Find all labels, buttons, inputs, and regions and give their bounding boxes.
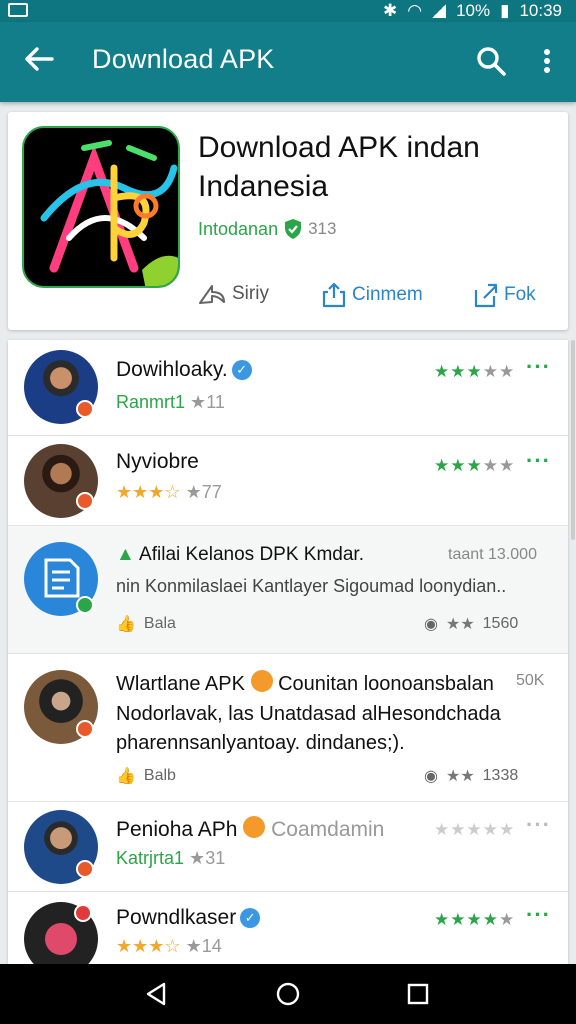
- comment-label: Cinmem: [352, 284, 423, 305]
- review-list: Dowihloaky. ✓ Ranmrt1 ★11 ★★★★★ ··· Nyvio…: [8, 340, 568, 964]
- list-item[interactable]: Penioha APh Coamdamin Katrjrta1 ★31 ★★★★…: [8, 802, 568, 892]
- camera-icon: ◉: [424, 768, 438, 785]
- notification-badge-icon: [74, 904, 92, 922]
- fork-label: Fok: [504, 284, 536, 305]
- list-item[interactable]: Wlartlane APK Counitan loonoansbalan 50K…: [8, 654, 568, 802]
- camera-icon: ◉: [424, 616, 438, 633]
- export-icon: [474, 283, 498, 308]
- thumbs-up-icon: 👍: [116, 768, 136, 785]
- star-rating: ★★★★★: [434, 456, 516, 475]
- thumbs-up-icon: 👍: [116, 616, 136, 633]
- post-body: Wlartlane APK Counitan loonoansbalan: [116, 670, 494, 699]
- app-card: Download APK indan Indanesia Intodanan 3…: [8, 112, 568, 330]
- reviewer-meta: Katrjrta1 ★31: [116, 848, 226, 868]
- publisher-line[interactable]: Intodanan 313: [198, 218, 336, 240]
- post-title: ▲ Afilai Kelanos DPK Kmdar.: [116, 544, 364, 565]
- publisher-name[interactable]: Intodanan: [198, 219, 278, 240]
- publisher-rating: 313: [308, 219, 337, 238]
- clock: 10:39: [519, 1, 562, 20]
- tree-icon: ▲: [116, 544, 135, 565]
- emoji-icon: [243, 816, 266, 838]
- avatar-badge-icon: [76, 720, 94, 738]
- avatar-badge-icon: [76, 860, 94, 878]
- home-circle-icon[interactable]: [274, 980, 302, 1008]
- reviewer-name: Dowihloaky. ✓: [116, 358, 252, 382]
- post-footer-left[interactable]: 👍 Bala: [116, 614, 176, 634]
- verified-badge-icon: ✓: [231, 360, 252, 380]
- more-horizontal-icon[interactable]: ···: [526, 812, 551, 838]
- signal-icon: [432, 4, 447, 18]
- reviewer-meta: ★★★☆ ★14: [116, 936, 222, 956]
- more-horizontal-icon[interactable]: ···: [526, 448, 551, 474]
- search-icon[interactable]: [474, 44, 508, 78]
- reviewer-name: Nyviobre: [116, 450, 199, 473]
- share-button[interactable]: Siriy: [198, 282, 269, 306]
- upload-icon: [322, 282, 346, 308]
- share-arrow-icon: [199, 285, 225, 304]
- reviewer-name: Penioha APh Coamdamin: [116, 816, 385, 841]
- post-text: Nodorlavak, las Unatdasad alHesondchada …: [116, 703, 501, 754]
- star-rating: ★★★★★: [434, 362, 516, 381]
- bluetooth-icon: ✱: [382, 1, 398, 20]
- star-rating: ★★★★★: [434, 910, 516, 929]
- reviewer-meta: Ranmrt1 ★11: [116, 392, 225, 412]
- app-bar: Download APK: [0, 22, 576, 102]
- page-title: Download APK: [92, 44, 275, 74]
- system-nav-bar: [0, 964, 576, 1024]
- battery-icon: ▮: [500, 1, 510, 20]
- more-horizontal-icon[interactable]: ···: [526, 902, 551, 928]
- post-time: 50K: [516, 672, 545, 689]
- share-label: Siriy: [232, 283, 269, 304]
- list-item[interactable]: Dowihloaky. ✓ Ranmrt1 ★11 ★★★★★ ···: [8, 340, 568, 436]
- back-triangle-icon[interactable]: [142, 980, 170, 1008]
- star-rating: ★★★★★: [434, 820, 516, 839]
- battery-level: 10%: [456, 1, 491, 20]
- post-time: taant 13.000: [448, 546, 537, 563]
- list-item[interactable]: Powndlkaser ✓ ★★★☆ ★14 ★★★★★ ···: [8, 892, 568, 964]
- post-text: nin Konmilaslaei Kantlayer Sigoumad loon…: [116, 576, 507, 596]
- recents-square-icon[interactable]: [404, 980, 432, 1008]
- shield-check-icon: [285, 219, 302, 239]
- verified-badge-icon: ✓: [240, 908, 261, 928]
- more-vertical-icon[interactable]: [536, 44, 558, 78]
- app-logo: [22, 126, 180, 288]
- post-footer-left[interactable]: 👍 Balb: [116, 766, 176, 786]
- avatar-badge-icon: [76, 492, 94, 510]
- status-icons: ✱ ◠ 10% ▮ 10:39: [383, 1, 562, 21]
- app-title: Download APK indan Indanesia: [198, 131, 480, 203]
- more-horizontal-icon[interactable]: ···: [526, 354, 551, 380]
- wifi-icon: ◠: [407, 1, 423, 20]
- app-actions: Siriy Cinmem Fok: [198, 282, 558, 314]
- fork-button[interactable]: Fok: [474, 282, 536, 308]
- post-footer-right: ◉ ★★ 1338: [424, 767, 519, 785]
- image-notification-icon: [8, 3, 28, 17]
- emoji-icon: [250, 670, 273, 692]
- avatar-badge-icon: [76, 596, 94, 614]
- reviewer-name: Powndlkaser ✓: [116, 906, 261, 930]
- post-footer-right: ◉ ★★ 1560: [424, 615, 519, 633]
- arrow-left-icon[interactable]: [22, 42, 56, 76]
- scrollbar[interactable]: [571, 340, 575, 540]
- list-item[interactable]: ▲ Afilai Kelanos DPK Kmdar. taant 13.000…: [8, 526, 568, 654]
- reviewer-meta: ★★★☆ ★77: [116, 482, 222, 502]
- status-bar: ✱ ◠ 10% ▮ 10:39: [0, 0, 576, 22]
- list-item[interactable]: Nyviobre ★★★☆ ★77 ★★★★★ ···: [8, 436, 568, 526]
- comment-button[interactable]: Cinmem: [322, 282, 423, 308]
- avatar-badge-icon: [76, 400, 94, 418]
